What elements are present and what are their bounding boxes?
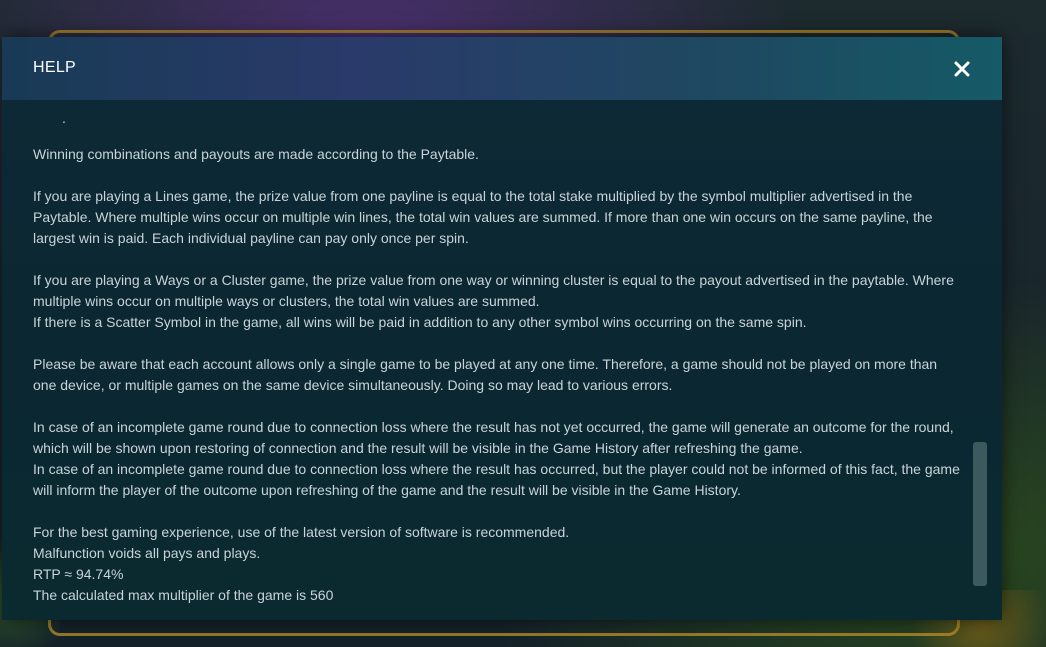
help-text: . Winning combinations and payouts are m… <box>33 108 963 606</box>
help-paragraph: In case of an incomplete game round due … <box>33 419 954 456</box>
scrollbar-thumb[interactable] <box>973 442 987 586</box>
help-paragraph: If you are playing a Lines game, the pri… <box>33 188 933 246</box>
close-button[interactable] <box>948 55 976 83</box>
help-content-scroll-area[interactable]: . Winning combinations and payouts are m… <box>2 100 1002 620</box>
dialog-title: HELP <box>33 59 76 76</box>
dialog-header: HELP <box>2 37 1002 100</box>
help-paragraph: Malfunction voids all pays and plays. <box>33 545 261 561</box>
help-paragraph: Winning combinations and payouts are mad… <box>33 146 479 162</box>
help-paragraph: For the best gaming experience, use of t… <box>33 524 570 540</box>
bullet-dot: . <box>62 110 66 126</box>
max-multiplier-text: The calculated max multiplier of the gam… <box>33 587 334 603</box>
help-dialog: HELP . Winning combinations and payouts … <box>2 37 1002 620</box>
close-icon <box>954 61 970 77</box>
help-paragraph: If there is a Scatter Symbol in the game… <box>33 314 807 330</box>
help-paragraph: Please be aware that each account allows… <box>33 356 938 393</box>
help-paragraph: If you are playing a Ways or a Cluster g… <box>33 272 954 309</box>
rtp-text: RTP ≈ 94.74% <box>33 566 124 582</box>
help-paragraph: In case of an incomplete game round due … <box>33 461 960 498</box>
